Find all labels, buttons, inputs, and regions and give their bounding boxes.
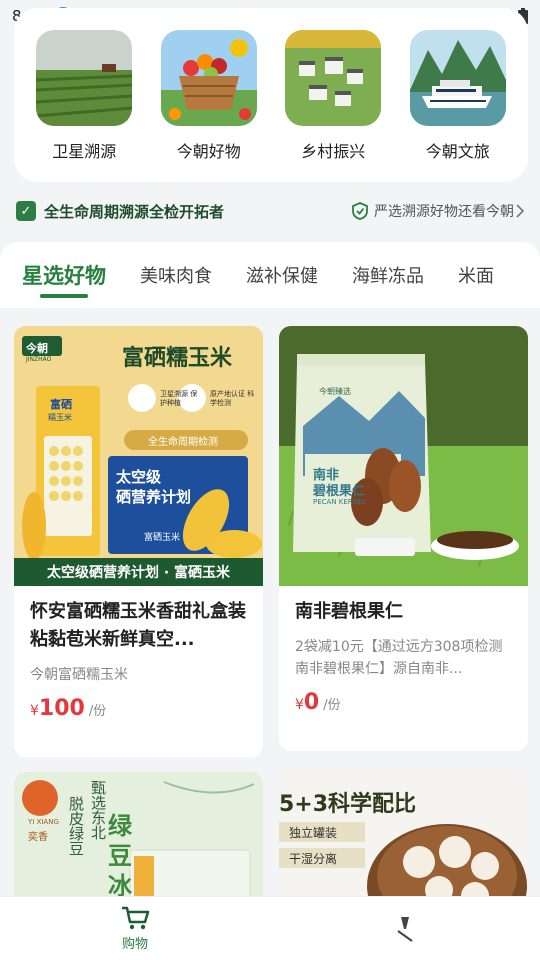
price-value: 100	[38, 696, 85, 721]
bag-brand: 今朝臻选	[319, 387, 351, 396]
shopping-cart-icon	[122, 906, 150, 930]
image-text-2: 脱皮绿豆	[67, 796, 85, 856]
category-label: 乡村振兴	[301, 142, 366, 161]
bag-text-2: 碧根果仁	[313, 484, 366, 499]
product-price: ¥ 0 /份	[295, 690, 512, 715]
product-card[interactable]: YI XIANG 奕香 甄选东北 脱皮绿豆 绿 豆 冰	[14, 772, 263, 912]
category-rural-revival[interactable]: 乡村振兴	[278, 30, 388, 182]
nav-shopping[interactable]: 购物	[0, 897, 270, 960]
tab-health[interactable]: 滋补保健	[246, 262, 318, 288]
product-image: 今朝臻选 南非 碧根果仁 PECAN KERNEL	[279, 326, 528, 586]
brand-logo: 今朝	[26, 342, 48, 355]
category-label: 今朝文旅	[425, 142, 490, 161]
product-subtitle: 今朝富硒糯玉米	[30, 667, 128, 683]
tab-seafood[interactable]: 海鲜冻品	[352, 262, 424, 288]
farmland-photo	[36, 30, 133, 126]
nav-profile[interactable]	[270, 897, 540, 960]
product-card[interactable]: 今朝臻选 南非 碧根果仁 PECAN KERNEL 南非碧根果仁 2袋减10元【…	[279, 326, 528, 751]
box-title-1: 太空级	[116, 468, 162, 486]
tab-meat[interactable]: 美味肉食	[140, 262, 212, 288]
category-culture-travel[interactable]: 今朝文旅	[403, 30, 513, 182]
village-photo	[285, 30, 382, 126]
product-image: 5+3科学配比 独立罐装 干湿分离	[279, 766, 528, 912]
box-title-2: 硒营养计划	[116, 488, 192, 506]
product-image: 今朝 JINZHAO 富硒糯玉米 富硒 糯玉米 卫星溯源 保护种植 原产地认证 …	[14, 326, 263, 586]
chevron-right-icon	[516, 204, 525, 218]
tab-rice-noodle[interactable]: 米面	[458, 262, 494, 288]
pkg-sub: 糯玉米	[48, 413, 72, 422]
banner-tagline: 严选溯源好物还看今朝	[374, 204, 514, 220]
cruise-ship-photo	[409, 30, 506, 126]
product-panel: 星选好物 美味肉食 滋补保健 海鲜冻品 米面 今朝 JINZHAO 富硒糯玉米 …	[0, 242, 540, 960]
banner-slogan: 全生命周期溯源全检开拓者	[44, 202, 225, 221]
profile-icon	[397, 916, 413, 942]
category-satellite-trace[interactable]: 卫星溯源	[29, 30, 139, 182]
category-label: 今朝好物	[176, 142, 241, 161]
product-card[interactable]: 今朝 JINZHAO 富硒糯玉米 富硒 糯玉米 卫星溯源 保护种植 原产地认证 …	[14, 326, 263, 757]
product-title: 怀安富硒糯玉米香甜礼盒装粘黏苞米新鲜真空...	[30, 601, 246, 650]
promo-banner[interactable]: ✓ 全生命周期溯源全检开拓者 严选溯源好物还看今朝	[16, 196, 526, 226]
image-badge-2: 原产地认证 科学检测	[210, 390, 255, 407]
bag-en: PECAN KERNEL	[313, 498, 367, 506]
image-tag-2: 干湿分离	[289, 852, 338, 866]
image-caption: 太空级硒营养计划 · 富硒玉米	[46, 565, 231, 581]
product-image: YI XIANG 奕香 甄选东北 脱皮绿豆 绿 豆 冰	[14, 772, 263, 912]
check-badge-icon: ✓	[16, 201, 36, 221]
price-currency: ¥	[30, 703, 39, 719]
shield-icon	[352, 202, 368, 220]
category-card: 卫星溯源 今朝好物 乡村振兴 今朝文旅	[14, 8, 528, 182]
price-unit: /份	[88, 704, 107, 719]
brand-logo: 奕香	[28, 832, 48, 843]
category-label: 卫星溯源	[52, 142, 117, 161]
product-card[interactable]: 5+3科学配比 独立罐装 干湿分离	[279, 766, 528, 912]
tab-star-picks[interactable]: 星选好物	[22, 260, 106, 298]
product-price: ¥ 100 /份	[30, 696, 247, 721]
image-headline: 5+3科学配比	[279, 792, 417, 817]
nav-shopping-label: 购物	[121, 937, 148, 952]
brand-logo-en: JINZHAO	[26, 356, 52, 363]
image-badge-1: 卫星溯源 保护种植	[160, 390, 198, 407]
category-good-products[interactable]: 今朝好物	[154, 30, 264, 182]
product-subtitle: 2袋减10元【通过远方308项检测 南非碧根果仁】源自南非...	[295, 639, 503, 677]
price-unit: /份	[323, 698, 341, 713]
brand-en: YI XIANG	[28, 818, 59, 826]
pkg-label: 富硒	[50, 398, 72, 411]
image-check-tag: 全生命周期检测	[148, 437, 218, 448]
image-heading: 富硒糯玉米	[122, 345, 233, 371]
box-sub: 富硒玉米	[144, 533, 181, 543]
image-text-1: 甄选东北	[89, 780, 107, 840]
category-tabs: 星选好物 美味肉食 滋补保健 海鲜冻品 米面	[0, 242, 540, 308]
product-title: 南非碧根果仁	[295, 601, 403, 622]
image-tag-1: 独立罐装	[289, 826, 338, 840]
price-value: 0	[303, 690, 320, 715]
price-currency: ¥	[295, 697, 304, 713]
fruit-basket-photo	[160, 30, 257, 126]
bottom-nav: 购物	[0, 896, 540, 960]
